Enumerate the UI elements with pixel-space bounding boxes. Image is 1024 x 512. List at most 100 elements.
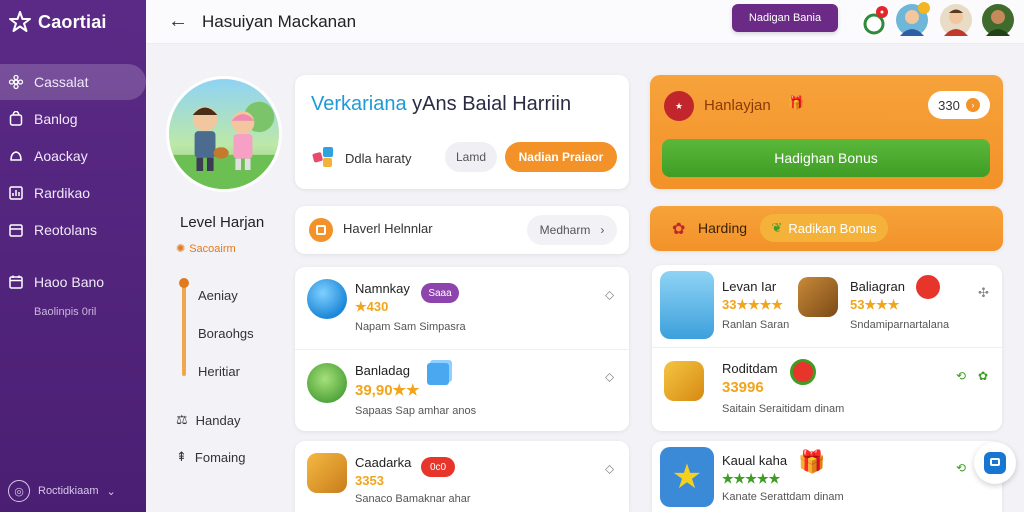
item-subtitle: Saitain Seraitidam dinam (722, 403, 845, 415)
chevron-down-icon: ⌄ (106, 485, 116, 498)
list-item[interactable]: ★ Kaual kaha 🎁 ★★★★★ Kanate Serattdam di… (652, 441, 1002, 512)
move-icon[interactable]: ⬦ (605, 369, 614, 385)
sidebar-item-banlog[interactable]: Banlog (0, 101, 146, 137)
sidebar-item-label: Cassalat (34, 74, 89, 90)
item-rating: 53★★★ (850, 297, 900, 312)
chip-lamd[interactable]: Lamd (445, 142, 497, 172)
list-item[interactable]: Caadarka 0c0 3353 Sanaco Bamaknar ahar ⬦ (295, 441, 629, 512)
cubes-icon (312, 147, 333, 167)
move-icon[interactable]: ✣ (978, 285, 989, 301)
sidebar-item-label: Banlog (34, 111, 78, 127)
poster-game-icon (660, 271, 714, 339)
sidebar-item-aoackay[interactable]: Aoackay (0, 138, 146, 174)
item-title: Levan Iar (722, 279, 777, 294)
bonus-button[interactable]: Hadighan Bonus (662, 139, 990, 177)
item-subtitle: Napam Sam Simpasra (355, 321, 466, 333)
user-avatar-3[interactable] (982, 4, 1014, 36)
chat-fab-button[interactable] (974, 442, 1016, 484)
filter-dropdown[interactable]: Medharm › (527, 215, 617, 245)
settings-icon: ◎ (8, 480, 30, 502)
item-rating: ★430 (355, 299, 389, 314)
item-subtitle: Ranlan Saran (722, 319, 790, 331)
sidebar-footer-label: Roctidkiaam (38, 485, 99, 497)
sidebar-item-cassalat[interactable]: Cassalat (0, 64, 146, 100)
bell-icon (10, 151, 22, 161)
bonus-amount-pill[interactable]: 330 › (928, 91, 990, 119)
sidebar-item-rardikao[interactable]: Rardikao (0, 175, 146, 211)
page-title: Hasuiyan Mackanan (202, 12, 357, 31)
link-label: Handay (195, 412, 241, 428)
person-icon (944, 9, 968, 36)
move-icon[interactable]: ⬦ (605, 461, 614, 477)
item-subtitle: Sanaco Bamaknar ahar (355, 493, 471, 505)
gear-icon: ✺ (176, 243, 186, 255)
hero-label: Ddla haraty (345, 151, 412, 166)
item-subtitle: Sndamiparnartalana (850, 319, 950, 331)
treasure-game-icon (307, 453, 347, 493)
list-item[interactable]: Banladag 39,90★★ Sapaas Sap amhar anos ⬦ (295, 349, 629, 431)
bonus-bar-label: Harding (698, 220, 748, 236)
link-fomaing[interactable]: ⇞ Fomaing (176, 449, 245, 465)
cube-icon (427, 363, 449, 385)
sidebar-nav: Cassalat Banlog Aoackay Rardikao Reotola… (0, 64, 146, 318)
chart-icon (9, 186, 23, 200)
item-title: Namnkay (355, 281, 410, 296)
badge-dot (918, 2, 930, 14)
level-subtitle: ✺ Sacoairm (176, 242, 236, 256)
brand[interactable]: Caortiai (8, 10, 107, 34)
item-rating: 33★★★★ (722, 297, 784, 312)
flower-icon[interactable]: ✿ (978, 369, 988, 383)
gift-icon: 🎁 (788, 95, 805, 110)
bonus-title: Hanlayjan (704, 97, 771, 114)
top-bar: ← Hasuiyan Mackanan Nadigan Bania ● (146, 0, 1024, 44)
calendar-icon (9, 275, 23, 289)
refresh-icon[interactable]: ⟲ (956, 461, 966, 475)
list-card-left: Namnkay Saaa ★430 Napam Sam Simpasra ⬦ B… (295, 267, 629, 431)
leaf-icon: ❦ (771, 220, 783, 235)
top-action-button[interactable]: Nadigan Bania (732, 4, 838, 32)
item-rating: 39,90★★ (355, 382, 420, 399)
speech-bubble-icon: ★ (664, 91, 694, 121)
item-rating: ★★★★★ (722, 471, 781, 486)
badge-icon (916, 275, 940, 299)
hero-card: Verkariana yAns Baial Harriin Ddla harat… (295, 75, 629, 189)
refresh-icon[interactable]: ⟲ (956, 369, 966, 383)
filter-card: Haverl Helnnlar Medharm › (295, 206, 629, 254)
gift-icon: 🎁 (798, 449, 826, 474)
list-item[interactable]: Baliagran 53★★★ Sndamiparnartalana ✣ (798, 265, 1002, 345)
chip-praiaor[interactable]: Nadian Praiaor (505, 142, 617, 172)
move-icon[interactable]: ⬦ (605, 287, 614, 303)
item-tag: 0c0 (421, 457, 455, 477)
user-avatar-1[interactable] (896, 2, 930, 36)
gift-ribbon-icon: ✿ (672, 221, 686, 238)
chat-icon (984, 452, 1006, 474)
user-avatar-2[interactable] (940, 4, 972, 36)
sidebar-item-reotolans[interactable]: Reotolans (0, 212, 146, 248)
filter-label: Haverl Helnnlar (343, 221, 433, 236)
list-item[interactable]: Roditdam 33996 Saitain Seraitidam dinam … (652, 347, 1002, 431)
bonus-amount: 330 (938, 97, 960, 113)
back-arrow-icon[interactable]: ← (168, 10, 188, 33)
list-item[interactable]: Namnkay Saaa ★430 Napam Sam Simpasra ⬦ (295, 267, 629, 349)
bonus-bar-chip[interactable]: ❦ Radikan Bonus (760, 214, 888, 242)
sidebar-footer[interactable]: ◎ Roctidkiaam ⌄ (8, 480, 116, 502)
logo-icon (9, 11, 31, 32)
item-title: Baliagran (850, 279, 905, 294)
link-label: Fomaing (194, 449, 246, 465)
box-icon (9, 224, 23, 237)
sidebar-item-haoo-bano[interactable]: Haoo Bano (0, 264, 146, 300)
scale-icon: ⚖ (176, 412, 188, 427)
notification-avatar[interactable]: ● (860, 6, 888, 36)
step-item[interactable]: Aeniay (192, 276, 274, 314)
apple-icon (790, 359, 816, 385)
profile-illustration (166, 76, 282, 192)
box-icon (309, 218, 333, 242)
step-item[interactable]: Boraohgs (192, 314, 274, 352)
link-handay[interactable]: ⚖ Handay (176, 412, 240, 428)
dropdown-value: Medharm (539, 223, 591, 237)
item-subtitle: Kanate Serattdam dinam (722, 491, 844, 503)
coin-icon: › (965, 98, 980, 112)
item-title: Kaual kaha (722, 453, 788, 468)
item-rating: 3353 (355, 473, 384, 488)
step-item[interactable]: Heritiar (192, 352, 274, 390)
